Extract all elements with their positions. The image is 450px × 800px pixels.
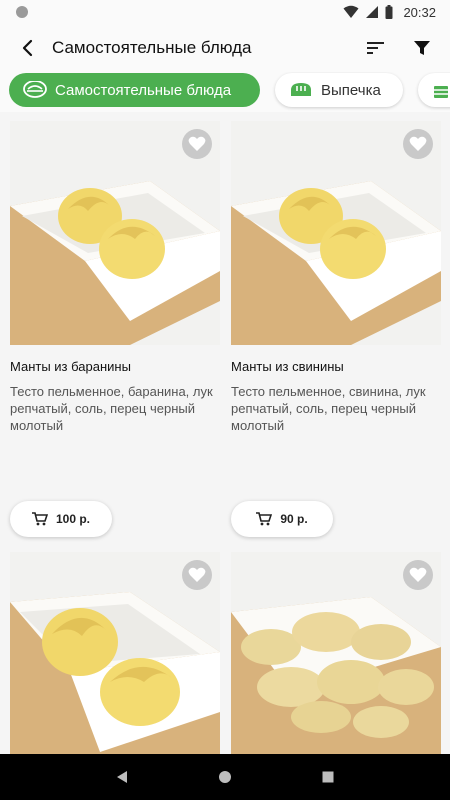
- cake-icon: [432, 81, 450, 99]
- navigation-bar: [0, 754, 450, 800]
- category-chips: Самостоятельные блюда Выпечка: [0, 72, 450, 112]
- status-time: 20:32: [403, 4, 436, 20]
- price-label: 90 р.: [280, 512, 308, 526]
- product-image: [10, 121, 220, 345]
- heart-icon: [188, 567, 206, 582]
- chip-standalone-dishes[interactable]: Самостоятельные блюда: [9, 73, 260, 107]
- heart-icon: [409, 136, 427, 151]
- nav-back-icon[interactable]: [115, 770, 129, 784]
- nav-home-icon[interactable]: [218, 770, 232, 784]
- wifi-icon: [343, 5, 359, 18]
- product-title: Манты из баранины: [10, 359, 131, 374]
- nav-recents-icon[interactable]: [321, 770, 335, 784]
- sort-icon: [367, 42, 384, 54]
- page-title: Самостоятельные блюда: [52, 38, 252, 57]
- back-button[interactable]: [12, 32, 44, 64]
- product-image: [231, 121, 441, 345]
- sort-button[interactable]: [360, 32, 392, 64]
- heart-icon: [409, 567, 427, 582]
- filter-button[interactable]: [406, 32, 438, 64]
- favorite-button[interactable]: [182, 129, 212, 159]
- app-bar: Самостоятельные блюда: [0, 24, 450, 72]
- product-image: [231, 552, 441, 754]
- favorite-button[interactable]: [403, 560, 433, 590]
- bread-icon: [289, 82, 313, 98]
- filter-icon: [414, 41, 430, 55]
- cart-icon: [31, 512, 48, 526]
- add-to-cart-button[interactable]: 100 р.: [10, 501, 112, 537]
- status-icons: 20:32: [343, 5, 436, 20]
- chip-label: Выпечка: [321, 81, 381, 99]
- battery-icon: [385, 5, 393, 19]
- product-description: Тесто пельменное, баранина, лук репчатый…: [10, 384, 213, 433]
- product-card[interactable]: Манты из баранины Тесто пельменное, бара…: [10, 121, 220, 537]
- bowl-icon: [23, 81, 47, 99]
- product-image: [10, 552, 220, 754]
- chip-label: Самостоятельные блюда: [55, 81, 232, 99]
- arrow-back-icon: [22, 39, 33, 57]
- product-card[interactable]: [10, 552, 220, 754]
- product-card[interactable]: Манты из свинины Тесто пельменное, свини…: [231, 121, 441, 537]
- status-bar: 20:32: [0, 0, 450, 24]
- product-grid: Манты из баранины Тесто пельменное, бара…: [0, 112, 450, 754]
- product-title: Манты из свинины: [231, 359, 344, 374]
- cart-icon: [256, 512, 273, 526]
- heart-icon: [188, 136, 206, 151]
- add-to-cart-button[interactable]: 90 р.: [231, 501, 333, 537]
- product-description: Тесто пельменное, свинина, лук репчатый,…: [231, 384, 426, 433]
- signal-icon: [366, 6, 379, 18]
- notification-dot-icon: [16, 6, 28, 18]
- chip-bakery[interactable]: Выпечка: [275, 73, 403, 107]
- chip-desserts[interactable]: [418, 73, 450, 107]
- product-card[interactable]: [231, 552, 441, 754]
- price-label: 100 р.: [55, 512, 91, 526]
- favorite-button[interactable]: [182, 560, 212, 590]
- favorite-button[interactable]: [403, 129, 433, 159]
